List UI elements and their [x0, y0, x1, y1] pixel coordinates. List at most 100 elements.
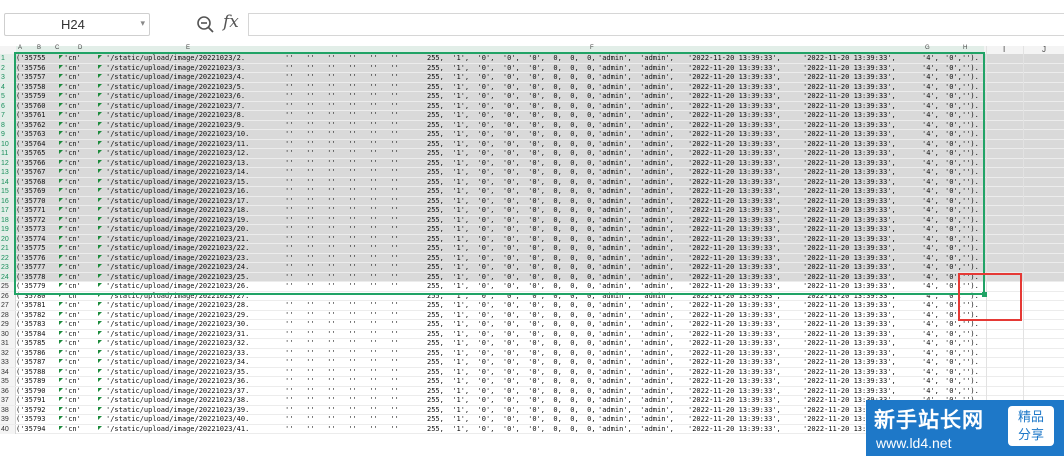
row-number[interactable]: 35	[0, 377, 16, 386]
cell-h[interactable]: '0',	[945, 235, 962, 244]
column-header-j[interactable]: J	[1042, 45, 1046, 54]
cell-created[interactable]: '2022-11-20 13:39:33',	[688, 111, 781, 120]
cell-lang[interactable]: 'cn'	[64, 396, 81, 405]
cell-updated[interactable]: '2022-11-20 13:39:33',	[803, 358, 896, 367]
cell-quotes[interactable]: '' '' '' '' '' ''	[285, 159, 399, 168]
cell-quotes[interactable]: '' '' '' '' '' ''	[285, 140, 399, 149]
cell-end[interactable]: '').	[962, 121, 979, 130]
cell-path[interactable]: '/static/upload/image/20221023/12.	[106, 149, 249, 158]
cell-user[interactable]: 'admin', 'admin',	[598, 358, 674, 367]
cell-nums[interactable]: 255, '1', '0', '0', '0', 0, 0, 0,	[427, 282, 596, 291]
row-number[interactable]: 6	[0, 101, 16, 111]
cell-quotes[interactable]: '' '' '' '' '' ''	[285, 130, 399, 139]
cell-nums[interactable]: 255, '1', '0', '0', '0', 0, 0, 0,	[427, 349, 596, 358]
cell-quotes[interactable]: '' '' '' '' '' ''	[285, 415, 399, 424]
cell-quotes[interactable]: '' '' '' '' '' ''	[285, 273, 399, 282]
cell-h[interactable]: '0',	[945, 54, 962, 63]
row-number[interactable]: 12	[0, 158, 16, 168]
cell-end[interactable]: '').	[962, 102, 979, 111]
cell-quotes[interactable]: '' '' '' '' '' ''	[285, 406, 399, 415]
cell-path[interactable]: '/static/upload/image/20221023/4.	[106, 73, 245, 82]
table-row[interactable]: 7 ('35761 'cn' '/static/upload/image/202210…	[0, 111, 1064, 121]
cell-quotes[interactable]: '' '' '' '' '' ''	[285, 83, 399, 92]
row-number[interactable]: 26	[0, 291, 16, 301]
cell-lang[interactable]: 'cn'	[64, 206, 81, 215]
cell-h[interactable]: '0',	[945, 244, 962, 253]
table-row[interactable]: 5 ('35759 'cn' '/static/upload/image/202210…	[0, 92, 1064, 102]
cell-updated[interactable]: '2022-11-20 13:39:33',	[803, 377, 896, 386]
table-row[interactable]: 16 ('35770 'cn' '/static/upload/image/20221…	[0, 196, 1064, 206]
cell-updated[interactable]: '2022-11-20 13:39:33',	[803, 216, 896, 225]
formula-input[interactable]	[248, 13, 1064, 36]
cell-g[interactable]: '4',	[922, 254, 939, 263]
cell-end[interactable]: '').	[962, 168, 979, 177]
table-row[interactable]: 12 ('35766 'cn' '/static/upload/image/20221…	[0, 158, 1064, 168]
cell-quotes[interactable]: '' '' '' '' '' ''	[285, 187, 399, 196]
cell-path[interactable]: '/static/upload/image/20221023/39.	[106, 406, 249, 415]
cell-lang[interactable]: 'cn'	[64, 130, 81, 139]
cell-updated[interactable]: '2022-11-20 13:39:33',	[803, 102, 896, 111]
cell-nums[interactable]: 255, '1', '0', '0', '0', 0, 0, 0,	[427, 111, 596, 120]
cell-nums[interactable]: 255, '1', '0', '0', '0', 0, 0, 0,	[427, 311, 596, 320]
cell-updated[interactable]: '2022-11-20 13:39:33',	[803, 349, 896, 358]
cell-end[interactable]: '').	[962, 349, 979, 358]
cell-nums[interactable]: 255, '1', '0', '0', '0', 0, 0, 0,	[427, 121, 596, 130]
cell-end[interactable]: '').	[962, 358, 979, 367]
cell-path[interactable]: '/static/upload/image/20221023/19.	[106, 216, 249, 225]
cell-path[interactable]: '/static/upload/image/20221023/3.	[106, 64, 245, 73]
cell-lang[interactable]: 'cn'	[64, 197, 81, 206]
cell-created[interactable]: '2022-11-20 13:39:33',	[688, 339, 781, 348]
cell-created[interactable]: '2022-11-20 13:39:33',	[688, 368, 781, 377]
cell-path[interactable]: '/static/upload/image/20221023/20.	[106, 225, 249, 234]
cell-path[interactable]: '/static/upload/image/20221023/17.	[106, 197, 249, 206]
cell-h[interactable]: '0',	[945, 330, 962, 339]
cell-end[interactable]: '').	[962, 263, 979, 272]
cell-lang[interactable]: 'cn'	[64, 92, 81, 101]
column-header-b[interactable]: B	[37, 45, 41, 51]
cell-lang[interactable]: 'cn'	[64, 140, 81, 149]
row-number[interactable]: 37	[0, 396, 16, 405]
cell-end[interactable]: '').	[962, 254, 979, 263]
cell-nums[interactable]: 255, '1', '0', '0', '0', 0, 0, 0,	[427, 206, 596, 215]
row-number[interactable]: 30	[0, 329, 16, 339]
cell-created[interactable]: '2022-11-20 13:39:33',	[688, 197, 781, 206]
table-row[interactable]: 24 ('35778 'cn' '/static/upload/image/20221…	[0, 272, 1064, 282]
cell-id[interactable]: ('35765	[16, 149, 46, 158]
cell-nums[interactable]: 255, '1', '0', '0', '0', 0, 0, 0,	[427, 197, 596, 206]
table-row[interactable]: 32 ('35786 'cn' '/static/upload/image/20221…	[0, 348, 1064, 358]
cell-created[interactable]: '2022-11-20 13:39:33',	[688, 178, 781, 187]
cell-lang[interactable]: 'cn'	[64, 235, 81, 244]
cell-end[interactable]: '').	[962, 216, 979, 225]
cell-id[interactable]: ('35787	[16, 358, 46, 367]
cell-updated[interactable]: '2022-11-20 13:39:33',	[803, 140, 896, 149]
table-row[interactable]: 3 ('35757 'cn' '/static/upload/image/202210…	[0, 73, 1064, 83]
cell-path[interactable]: '/static/upload/image/20221023/41.	[106, 425, 249, 434]
row-number[interactable]: 2	[0, 63, 16, 73]
row-number[interactable]: 22	[0, 253, 16, 263]
cell-h[interactable]: '0',	[945, 111, 962, 120]
cell-h[interactable]: '0',	[945, 349, 962, 358]
cell-h[interactable]: '0',	[945, 206, 962, 215]
cell-updated[interactable]: '2022-11-20 13:39:33',	[803, 320, 896, 329]
cell-g[interactable]: '4',	[922, 168, 939, 177]
cell-created[interactable]: '2022-11-20 13:39:33',	[688, 64, 781, 73]
cell-user[interactable]: 'admin', 'admin',	[598, 415, 674, 424]
cell-path[interactable]: '/static/upload/image/20221023/10.	[106, 130, 249, 139]
cell-updated[interactable]: '2022-11-20 13:39:33',	[803, 121, 896, 130]
cell-nums[interactable]: 255, '1', '0', '0', '0', 0, 0, 0,	[427, 396, 596, 405]
cell-quotes[interactable]: '' '' '' '' '' ''	[285, 339, 399, 348]
cell-lang[interactable]: 'cn'	[64, 159, 81, 168]
cell-h[interactable]: '0',	[945, 121, 962, 130]
cell-lang[interactable]: 'cn'	[64, 292, 81, 301]
cell-h[interactable]: '0',	[945, 130, 962, 139]
cell-created[interactable]: '2022-11-20 13:39:33',	[688, 235, 781, 244]
cell-g[interactable]: '4',	[922, 197, 939, 206]
cell-lang[interactable]: 'cn'	[64, 83, 81, 92]
row-number[interactable]: 11	[0, 149, 16, 158]
row-number[interactable]: 34	[0, 367, 16, 377]
cell-lang[interactable]: 'cn'	[64, 64, 81, 73]
cell-end[interactable]: '').	[962, 197, 979, 206]
cell-quotes[interactable]: '' '' '' '' '' ''	[285, 263, 399, 272]
cell-nums[interactable]: 255, '1', '0', '0', '0', 0, 0, 0,	[427, 406, 596, 415]
table-row[interactable]: 1 ('35755 'cn' '/static/upload/image/202210…	[0, 54, 1064, 64]
